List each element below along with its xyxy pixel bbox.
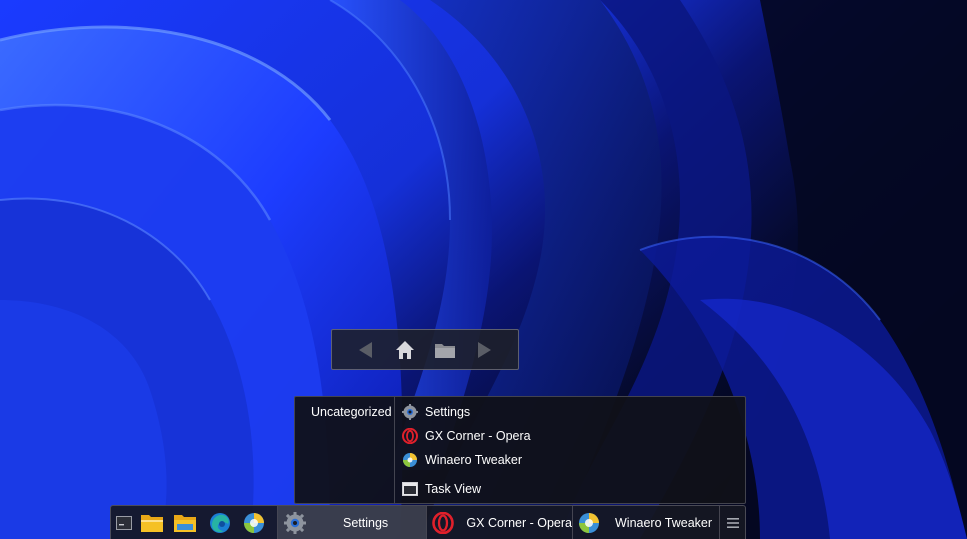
home-button[interactable] xyxy=(390,335,420,365)
file-explorer-icon xyxy=(174,515,196,532)
home-icon xyxy=(396,340,415,359)
task-view-icon xyxy=(401,480,419,498)
hamburger-menu-icon xyxy=(727,518,739,528)
show-desktop-icon xyxy=(116,516,132,530)
back-arrow-icon xyxy=(358,341,372,358)
menu-item-label: GX Corner - Opera xyxy=(425,429,531,443)
taskbar-menu-button[interactable] xyxy=(723,510,743,536)
settings-gear-icon xyxy=(283,511,307,535)
menu-item-settings[interactable]: Settings xyxy=(401,401,731,423)
edge-icon xyxy=(210,513,230,533)
task-gx-corner-opera[interactable]: GX Corner - Opera xyxy=(427,506,572,539)
forward-button[interactable] xyxy=(469,335,499,365)
category-column: Uncategorized xyxy=(295,397,395,503)
winaero-tweaker-icon xyxy=(244,513,264,533)
file-explorer-button[interactable] xyxy=(139,510,165,536)
menu-item-task-view[interactable]: Task View xyxy=(401,478,731,500)
settings-gear-icon xyxy=(401,403,419,421)
menu-item-gx-corner-opera[interactable]: GX Corner - Opera xyxy=(401,425,731,447)
show-desktop-button[interactable] xyxy=(111,510,137,536)
taskbar: Settings GX Corner - Opera Winaero Tweak… xyxy=(110,505,746,539)
opera-icon xyxy=(431,511,454,535)
menu-item-label: Task View xyxy=(425,482,482,496)
menu-item-label: Settings xyxy=(425,405,471,419)
menu-item-winaero-tweaker[interactable]: Winaero Tweaker xyxy=(401,449,731,471)
task-label: Settings xyxy=(343,516,389,530)
winaero-tweaker-pinned-button[interactable] xyxy=(241,510,267,536)
task-settings[interactable]: Settings xyxy=(278,506,426,539)
task-label: Winaero Tweaker xyxy=(615,516,713,530)
menu-item-label: Winaero Tweaker xyxy=(425,453,523,467)
taskbar-separator xyxy=(719,506,720,539)
back-button[interactable] xyxy=(351,335,381,365)
task-winaero-tweaker[interactable]: Winaero Tweaker xyxy=(573,506,719,539)
forward-arrow-icon xyxy=(478,341,492,358)
task-label: GX Corner - Opera xyxy=(466,516,572,530)
category-label: Uncategorized xyxy=(311,405,392,419)
navigation-bar xyxy=(331,329,519,370)
edge-button[interactable] xyxy=(207,510,233,536)
opera-icon xyxy=(401,427,419,445)
winaero-tweaker-icon xyxy=(577,511,601,535)
taskbar-popup-menu: Uncategorized Settings GX Corner - Opera xyxy=(294,396,746,504)
folder-icon xyxy=(434,343,455,358)
winaero-tweaker-icon xyxy=(401,451,419,469)
folder-button[interactable] xyxy=(430,335,460,365)
file-explorer-button-2[interactable] xyxy=(172,510,198,536)
file-explorer-icon xyxy=(141,515,163,532)
